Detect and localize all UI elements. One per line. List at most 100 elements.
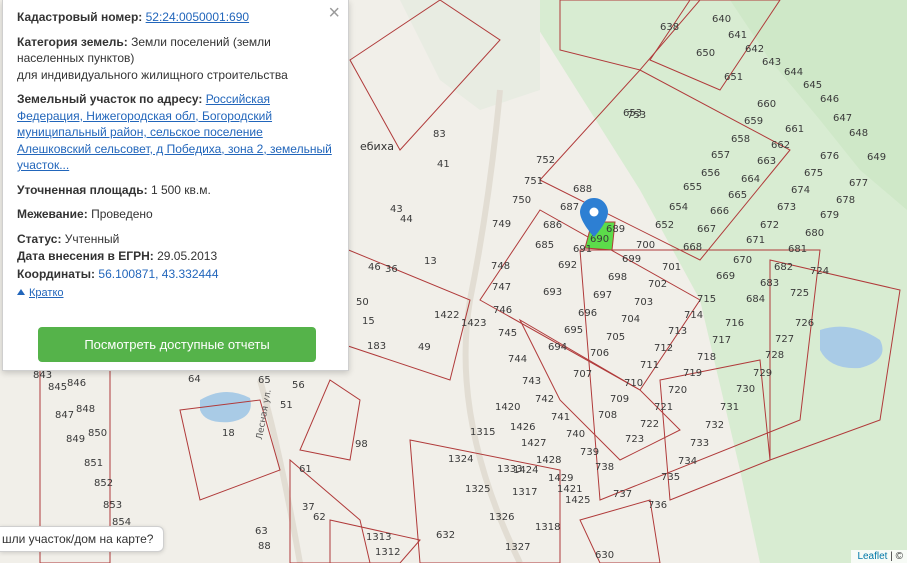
- parcel-label: 725: [790, 288, 809, 299]
- brief-toggle-link[interactable]: Кратко: [17, 285, 64, 302]
- parcel-label: 706: [590, 348, 609, 359]
- parcel-label: 83: [433, 129, 446, 140]
- parcel-label: 732: [705, 420, 724, 431]
- parcel-label: 691: [573, 244, 592, 255]
- parcel-label: 687: [560, 202, 579, 213]
- parcel-label: 1326: [489, 512, 514, 523]
- parcel-label: 714: [684, 310, 703, 321]
- parcel-label: 15: [362, 316, 375, 327]
- parcel-label: 694: [548, 342, 567, 353]
- parcel-label: 1429: [548, 473, 573, 484]
- area-label: Уточненная площадь:: [17, 182, 148, 197]
- brief-label: Кратко: [29, 287, 64, 299]
- parcel-label: 64: [188, 374, 201, 385]
- parcel-label: 711: [640, 360, 659, 371]
- area-value: 1 500 кв.м.: [150, 182, 211, 197]
- parcel-label: 1313: [366, 532, 391, 543]
- parcel-label: 734: [678, 456, 697, 467]
- parcel-label: 672: [760, 220, 779, 231]
- parcel-label: 1318: [535, 522, 560, 533]
- parcel-label: 726: [795, 318, 814, 329]
- parcel-label: 688: [573, 184, 592, 195]
- chevron-up-icon: [17, 289, 25, 295]
- parcel-label: 65: [258, 375, 271, 386]
- parcel-label: 632: [436, 530, 455, 541]
- parcel-label: 704: [621, 314, 640, 325]
- parcel-label: 646: [820, 94, 839, 105]
- parcel-label: 36: [385, 264, 398, 275]
- parcel-label: 668: [683, 242, 702, 253]
- parcel-label: 705: [606, 332, 625, 343]
- parcel-label: 715: [697, 294, 716, 305]
- cadastral-number-link[interactable]: 52:24:0050001:690: [146, 10, 249, 24]
- parcel-label: 710: [624, 378, 643, 389]
- parcel-label: 713: [668, 326, 687, 337]
- parcel-label: 658: [731, 134, 750, 145]
- parcel-label: 1425: [565, 495, 590, 506]
- parcel-label: 46: [368, 262, 381, 273]
- parcel-label: 708: [598, 410, 617, 421]
- parcel-label: 1427: [521, 438, 546, 449]
- parcel-label: 659: [744, 116, 763, 127]
- parcel-label: 850: [88, 428, 107, 439]
- parcel-label: 183: [367, 341, 386, 352]
- parcel-label: 18: [222, 428, 235, 439]
- parcel-label: 750: [512, 195, 531, 206]
- parcel-label: 1312: [375, 547, 400, 558]
- parcel-label: 739: [580, 447, 599, 458]
- parcel-label: 44: [400, 214, 413, 225]
- egrn-date-label: Дата внесения в ЕГРН:: [17, 249, 154, 263]
- parcel-label: 638: [660, 22, 679, 33]
- parcel-label: 49: [418, 342, 431, 353]
- parcel-label: 697: [593, 290, 612, 301]
- parcel-label: 681: [788, 244, 807, 255]
- parcel-label: 678: [836, 195, 855, 206]
- parcel-label: 702: [648, 279, 667, 290]
- parcel-label: 56: [292, 380, 305, 391]
- parcel-label: 753: [627, 110, 646, 121]
- coordinates-value: 56.100871, 43.332444: [98, 266, 219, 281]
- parcel-label: 740: [566, 429, 585, 440]
- parcel-label: 62: [313, 512, 326, 523]
- parcel-label: 746: [493, 305, 512, 316]
- parcel-label: 13: [424, 256, 437, 267]
- parcel-label: 676: [820, 151, 839, 162]
- parcel-label: 683: [760, 278, 779, 289]
- parcel-label: 41: [437, 159, 450, 170]
- parcel-label: 720: [668, 385, 687, 396]
- parcel-label: 846: [67, 378, 86, 389]
- status-value: Учтенный: [64, 231, 120, 246]
- parcel-label: 675: [804, 168, 823, 179]
- parcel-label: 671: [746, 235, 765, 246]
- parcel-label: 656: [701, 168, 720, 179]
- find-parcel-question-button[interactable]: шли участок/дом на карте?: [0, 526, 165, 552]
- parcel-label: 847: [55, 410, 74, 421]
- parcel-label: 737: [613, 489, 632, 500]
- status-label: Статус:: [17, 231, 62, 246]
- parcel-label: 1324: [448, 454, 473, 465]
- parcel-label: 664: [741, 174, 760, 185]
- leaflet-link[interactable]: Leaflet: [857, 551, 887, 562]
- parcel-label: 852: [94, 478, 113, 489]
- parcel-label: 641: [728, 30, 747, 41]
- parcel-label: 1420: [495, 402, 520, 413]
- address-label: Земельный участок по адресу:: [17, 92, 203, 106]
- parcel-label: 731: [720, 402, 739, 413]
- parcel-label: 849: [66, 434, 85, 445]
- close-icon[interactable]: ×: [328, 3, 340, 23]
- parcel-label: 699: [622, 254, 641, 265]
- parcel-label: 748: [491, 261, 510, 272]
- category-label: Категория земель:: [17, 34, 128, 49]
- parcel-label: 655: [683, 182, 702, 193]
- parcel-label: 661: [785, 124, 804, 135]
- parcel-label: 673: [777, 202, 796, 213]
- parcel-label: 698: [608, 272, 627, 283]
- parcel-label: 716: [725, 318, 744, 329]
- parcel-label: 682: [774, 262, 793, 273]
- view-reports-button[interactable]: Посмотреть доступные отчеты: [38, 327, 316, 362]
- parcel-label: 630: [595, 550, 614, 561]
- parcel-label: 649: [867, 152, 886, 163]
- parcel-label: 665: [728, 190, 747, 201]
- parcel-label: 686: [543, 220, 562, 231]
- coordinates-label: Координаты:: [17, 266, 96, 281]
